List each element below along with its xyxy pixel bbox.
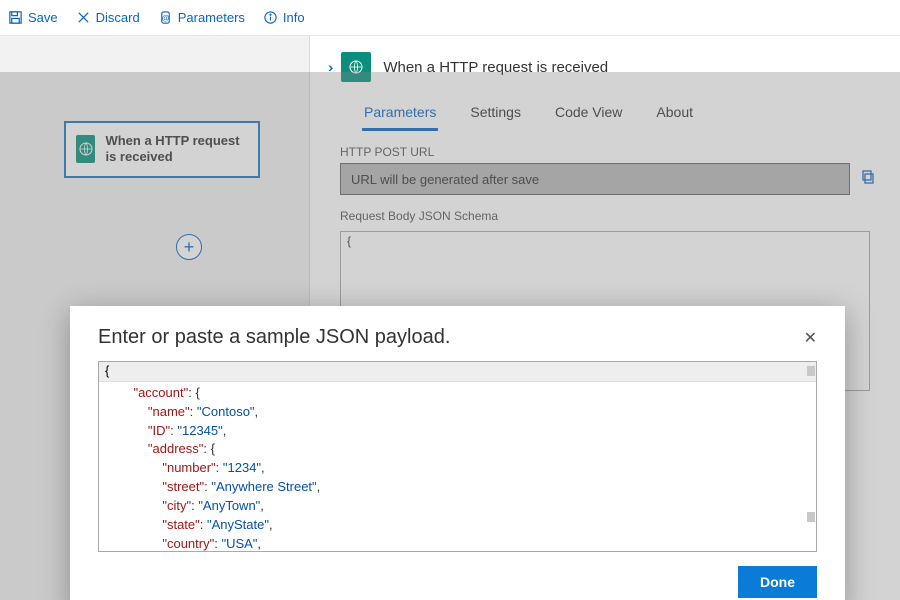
scrollbar-thumb[interactable]	[807, 366, 815, 376]
json-payload-editor[interactable]: { "account": { "name": "Contoso", "ID": …	[98, 361, 817, 552]
done-button[interactable]: Done	[738, 566, 817, 598]
sample-json-modal: Enter or paste a sample JSON payload. ✕ …	[70, 306, 845, 600]
command-bar: Save Discard @ Parameters Info	[0, 0, 900, 36]
discard-icon	[76, 10, 91, 25]
discard-label: Discard	[96, 10, 140, 25]
scrollbar-thumb[interactable]	[807, 512, 815, 522]
json-first-line: {	[99, 362, 816, 382]
info-label: Info	[283, 10, 305, 25]
save-button[interactable]: Save	[8, 10, 58, 25]
parameters-icon: @	[158, 10, 173, 25]
close-modal-button[interactable]: ✕	[804, 328, 817, 348]
save-icon	[8, 10, 23, 25]
info-button[interactable]: Info	[263, 10, 305, 25]
modal-title: Enter or paste a sample JSON payload.	[98, 326, 450, 349]
parameters-label: Parameters	[178, 10, 245, 25]
save-label: Save	[28, 10, 58, 25]
discard-button[interactable]: Discard	[76, 10, 140, 25]
svg-text:@: @	[161, 13, 169, 22]
info-icon	[263, 10, 278, 25]
parameters-button[interactable]: @ Parameters	[158, 10, 245, 25]
